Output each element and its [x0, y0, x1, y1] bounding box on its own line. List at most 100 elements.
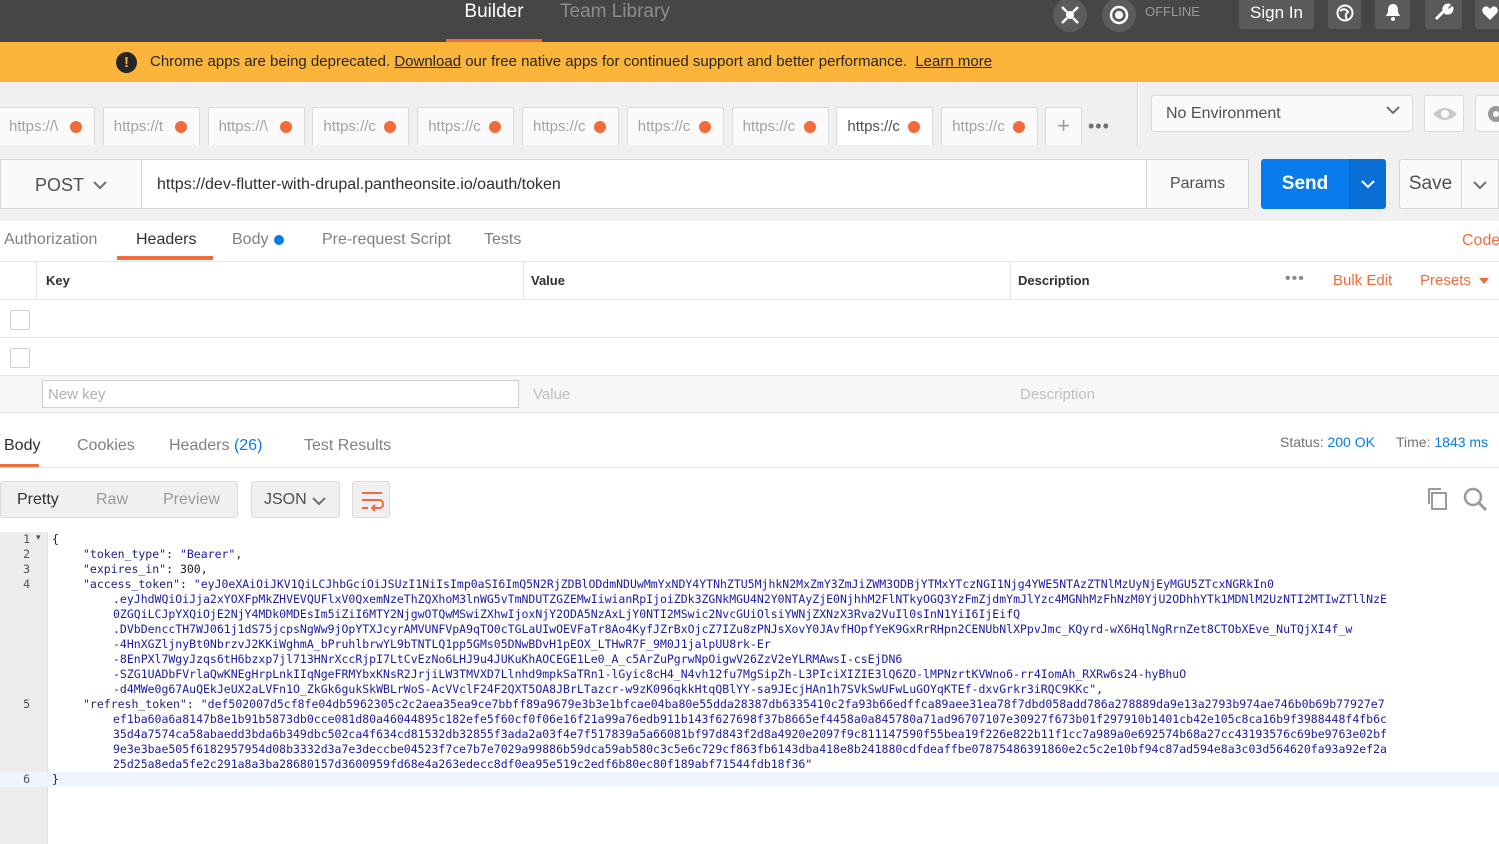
time-label: Time: [1396, 434, 1431, 450]
code-wrapped-line: -4HnXGZljnyBt0NbrzvJ2KKiWghmA_bPruhlbrwY… [113, 637, 771, 651]
unsaved-changes-dot [384, 121, 397, 133]
unsaved-changes-dot [174, 121, 187, 133]
view-preview[interactable]: Preview [163, 491, 220, 509]
method-label: POST [35, 175, 85, 195]
learn-more-link[interactable]: Learn more [915, 53, 992, 70]
line-number: 6 [23, 772, 30, 786]
sign-in-button[interactable]: Sign In [1239, 0, 1314, 29]
request-tab[interactable]: https://t [102, 107, 200, 145]
code-line-expires-in: "expires_in": 300, [83, 562, 208, 576]
response-tab-body[interactable]: Body [4, 437, 40, 455]
warning-icon: ! [116, 52, 137, 73]
request-tab-label: https://c [533, 118, 586, 135]
settings-wrench-icon[interactable] [1425, 0, 1462, 29]
code-wrapped-line: .eyJhdWQiOiJja2xYOXFpMkZHVEVQUFlxV0QxemN… [113, 592, 1387, 606]
new-tab-plus-icon[interactable]: + [1045, 107, 1082, 145]
fold-arrow-icon[interactable]: ▾ [36, 532, 41, 543]
send-dropdown-button[interactable] [1349, 159, 1386, 209]
new-key-input[interactable]: New key [42, 380, 519, 408]
request-tab-label: https://t [113, 118, 163, 135]
chevron-down-icon [1361, 180, 1375, 189]
code-wrapped-line: 25d25a8eda5fe2c291a8a3ba28680157d3600959… [113, 757, 813, 771]
code-line-access-token: "access_token": "eyJ0eXAiOiJKV1QiLCJhbGc… [83, 577, 1274, 591]
tab-body[interactable]: Body [232, 231, 268, 249]
notifications-bell-icon[interactable] [1375, 0, 1410, 29]
bulk-edit-link[interactable]: Bulk Edit [1333, 272, 1392, 289]
active-tab-indicator [0, 464, 39, 467]
tab-team-library[interactable]: Team Library [560, 0, 670, 42]
tab-builder[interactable]: Builder [446, 0, 542, 42]
response-tab-test-results[interactable]: Test Results [304, 437, 391, 455]
line-number: 4 [23, 577, 30, 591]
view-raw[interactable]: Raw [96, 491, 128, 509]
header-row [0, 338, 1499, 376]
request-tab-label: https://\ [9, 118, 59, 135]
banner-middle: our free native apps for continued suppo… [465, 53, 908, 70]
tab-authorization[interactable]: Authorization [4, 231, 97, 249]
params-button[interactable]: Params [1146, 159, 1249, 209]
response-time: Time: 1843 ms [1396, 434, 1488, 450]
time-value: 1843 ms [1434, 434, 1489, 450]
request-tab[interactable]: https://c [731, 107, 829, 145]
save-button[interactable]: Save [1399, 159, 1462, 209]
sync-icon[interactable] [1102, 0, 1136, 32]
request-tab[interactable]: https://\ [0, 107, 95, 145]
code-link[interactable]: Code [1462, 232, 1499, 250]
tab-headers[interactable]: Headers [136, 231, 196, 249]
code-wrapped-line: .DVbDenccTH7WJ061j1dS75jcpsNgWw9jOpYTXJc… [113, 622, 1353, 636]
chevron-down-icon [93, 181, 107, 190]
header-row-checkbox[interactable] [10, 310, 30, 330]
response-headers-count: (26) [233, 437, 263, 454]
code-wrapped-line: -SZG1UADbFVrlaQwKNEgHrpLnkIIqNgeFRMYbxKN… [113, 667, 1187, 681]
favorite-heart-icon[interactable] [1475, 0, 1499, 29]
json-string: "Bearer" [179, 547, 236, 561]
presets-dropdown[interactable]: Presets [1420, 272, 1490, 289]
request-tab[interactable]: https://\ [207, 107, 305, 145]
request-tab-label: https://\ [218, 118, 268, 135]
manage-environments-gear-icon[interactable] [1475, 95, 1499, 132]
request-tab-label: https://c [323, 118, 376, 135]
search-icon[interactable] [1462, 486, 1488, 517]
more-options-icon[interactable]: ••• [1285, 270, 1305, 288]
send-button[interactable]: Send [1261, 159, 1349, 209]
request-tab[interactable]: https://c [522, 107, 619, 145]
save-dropdown-button[interactable] [1461, 159, 1499, 209]
response-tab-cookies[interactable]: Cookies [77, 437, 135, 455]
active-line-highlight [0, 772, 1499, 787]
unsaved-changes-dot [594, 121, 606, 133]
top-bar: Builder Team Library OFFLINE Sign In [0, 0, 1499, 42]
new-description-input[interactable]: Description [1020, 386, 1095, 403]
request-tab[interactable]: https://c [836, 107, 934, 145]
interceptor-icon[interactable] [1053, 0, 1087, 32]
view-pretty[interactable]: Pretty [17, 491, 59, 509]
request-tab[interactable]: https://c [312, 107, 410, 145]
environment-select[interactable]: No Environment [1151, 95, 1413, 132]
json-number: 300 [179, 562, 201, 576]
request-subtabs [0, 221, 1499, 262]
environment-quick-look-eye-icon[interactable] [1424, 95, 1464, 132]
request-tab[interactable]: https://c [941, 107, 1039, 145]
wrap-lines-icon[interactable] [352, 481, 390, 518]
unsaved-changes-dot [279, 121, 292, 133]
more-tabs-icon[interactable]: ••• [1088, 116, 1110, 137]
tab-pre-request-script[interactable]: Pre-request Script [322, 231, 451, 249]
header-row-checkbox[interactable] [10, 348, 30, 368]
column-value: Value [531, 273, 565, 288]
url-input[interactable]: https://dev-flutter-with-drupal.pantheon… [141, 159, 1147, 209]
tab-tests[interactable]: Tests [484, 231, 521, 249]
format-select[interactable]: JSON [251, 481, 340, 518]
response-tab-headers[interactable]: Headers (26) [169, 437, 262, 455]
copy-icon[interactable] [1425, 486, 1451, 517]
banner-prefix: Chrome apps are being deprecated. [150, 53, 391, 70]
request-tab[interactable]: https://c [417, 107, 515, 145]
download-link[interactable]: Download [394, 53, 461, 70]
request-tab[interactable]: https://c [626, 107, 724, 145]
new-value-input[interactable]: Value [533, 386, 570, 403]
column-key: Key [46, 273, 70, 288]
method-select[interactable]: POST [0, 159, 142, 209]
chevron-down-icon [1473, 181, 1487, 190]
line-number: 5 [23, 697, 30, 711]
unsaved-changes-dot [489, 121, 502, 133]
globe-icon[interactable] [1328, 0, 1361, 29]
request-tab-label: https://c [952, 118, 1005, 135]
